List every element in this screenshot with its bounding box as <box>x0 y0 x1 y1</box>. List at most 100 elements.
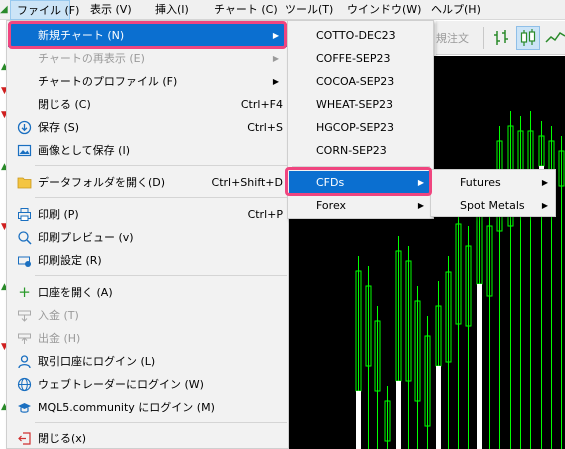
menu-item-label: 新規チャート (N) <box>38 29 125 42</box>
menu-item-close-chart[interactable]: 閉じる (C) Ctrl+F4 <box>8 93 287 116</box>
menu-insert[interactable]: 挿入(I) <box>155 0 189 20</box>
print-icon <box>17 207 32 222</box>
submenu-item-cocoa-sep23[interactable]: COCOA-SEP23 <box>289 70 432 93</box>
menu-item-label: チャートの再表示 (E) <box>38 52 145 65</box>
menu-item-save[interactable]: 保存 (S) Ctrl+S <box>8 116 287 139</box>
menu-item-deposit[interactable]: 入金 (T) <box>8 304 287 327</box>
shortcut-text: Ctrl+S <box>247 121 283 134</box>
menu-separator <box>292 166 430 167</box>
shortcut-text: Ctrl+P <box>247 208 283 221</box>
print-settings-icon <box>17 253 32 268</box>
submenu-arrow-icon: ▶ <box>541 178 548 187</box>
menu-item-open-data-folder[interactable]: データフォルダを開く(D) Ctrl+Shift+D <box>8 171 287 194</box>
menu-item-label: 入金 (T) <box>38 309 79 322</box>
submenu-item-label: HGCOP-SEP23 <box>316 121 395 134</box>
toolbar: 規注文 <box>436 21 565 55</box>
exit-icon <box>17 431 32 446</box>
menu-item-label: データフォルダを開く(D) <box>38 176 166 189</box>
submenu-item-spot-metals[interactable]: Spot Metals ▶ <box>432 194 554 217</box>
submenu-arrow-icon: ▶ <box>272 77 279 86</box>
print-preview-icon <box>17 230 32 245</box>
submenu-arrow-icon: ▶ <box>272 31 279 40</box>
plus-icon: + <box>18 283 31 301</box>
globe-icon <box>17 377 32 392</box>
menu-item-print-preview[interactable]: 印刷プレビュー (v) <box>8 226 287 249</box>
menu-item-exit[interactable]: 閉じる(x) <box>8 427 287 449</box>
submenu-item-label: COTTO-DEC23 <box>316 29 396 42</box>
submenu-item-futures[interactable]: Futures ▶ <box>432 171 554 194</box>
line-chart-icon <box>545 32 565 43</box>
menu-item-label: 閉じる (C) <box>38 98 91 111</box>
menu-separator <box>35 197 287 198</box>
submenu-item-label: Forex <box>316 199 347 212</box>
new-chart-submenu: COTTO-DEC23 COFFE-SEP23 COCOA-SEP23 WHEA… <box>287 20 434 219</box>
menu-separator <box>35 275 287 276</box>
menu-item-label: 画像として保存 (I) <box>38 144 130 157</box>
menu-item-label: 印刷 (P) <box>38 208 79 221</box>
menu-file[interactable]: ファイル (F) <box>10 0 79 20</box>
submenu-item-corn-sep23[interactable]: CORN-SEP23 <box>289 139 432 162</box>
toolbar-separator <box>483 27 484 49</box>
menu-item-refresh-chart[interactable]: チャートの再表示 (E) ▶ <box>8 47 287 70</box>
submenu-item-label: Futures <box>460 176 501 189</box>
menu-item-label: 閉じる(x) <box>38 432 87 445</box>
new-order-button[interactable]: 規注文 <box>436 30 469 46</box>
save-icon <box>17 120 32 135</box>
menu-item-label: 印刷設定 (R) <box>38 254 102 267</box>
submenu-item-label: Spot Metals <box>460 199 525 212</box>
menu-item-chart-profiles[interactable]: チャートのプロファイル (F) ▶ <box>8 70 287 93</box>
file-menu: 新規チャート (N) ▶ チャートの再表示 (E) ▶ チャートのプロファイル … <box>6 20 289 449</box>
submenu-item-forex[interactable]: Forex ▶ <box>289 194 432 217</box>
menu-item-label: 印刷プレビュー (v) <box>38 231 134 244</box>
image-icon <box>17 143 32 158</box>
menu-item-open-account[interactable]: + 口座を開く (A) <box>8 281 287 304</box>
submenu-item-hgcop-sep23[interactable]: HGCOP-SEP23 <box>289 116 432 139</box>
menu-item-label: 出金 (H) <box>38 332 81 345</box>
submenu-arrow-icon: ▶ <box>541 201 548 210</box>
mql5-cap-icon <box>17 400 32 415</box>
deposit-icon <box>17 308 32 323</box>
submenu-item-label: CORN-SEP23 <box>316 144 387 157</box>
menu-item-login-mql5[interactable]: MQL5.community にログイン (M) <box>8 396 287 419</box>
menu-item-label: ウェブトレーダーにログイン (W) <box>38 378 204 391</box>
menu-item-login-trade-account[interactable]: 取引口座にログイン (L) <box>8 350 287 373</box>
menu-item-save-as-picture[interactable]: 画像として保存 (I) <box>8 139 287 162</box>
menu-item-login-web-trader[interactable]: ウェブトレーダーにログイン (W) <box>8 373 287 396</box>
menu-separator <box>35 422 287 423</box>
submenu-item-label: CFDs <box>316 176 345 189</box>
line-chart-button[interactable] <box>544 26 565 50</box>
candlestick-chart-button[interactable] <box>516 26 540 50</box>
menu-item-print[interactable]: 印刷 (P) Ctrl+P <box>8 203 287 226</box>
menu-window[interactable]: ウインドウ(W) <box>347 0 421 20</box>
menu-item-withdrawal[interactable]: 出金 (H) <box>8 327 287 350</box>
menu-tools[interactable]: ツール(T) <box>285 0 333 20</box>
submenu-item-cfds[interactable]: CFDs ▶ <box>289 171 432 194</box>
menu-item-label: MQL5.community にログイン (M) <box>38 401 215 414</box>
bar-chart-button[interactable] <box>489 26 513 50</box>
menu-item-print-setup[interactable]: 印刷設定 (R) <box>8 249 287 272</box>
menu-chart[interactable]: チャート (C) <box>214 0 278 20</box>
menu-item-label: チャートのプロファイル (F) <box>38 75 178 88</box>
cfds-submenu: Futures ▶ Spot Metals ▶ <box>430 169 556 217</box>
menu-help[interactable]: ヘルプ(H) <box>431 0 481 20</box>
menu-item-label: 保存 (S) <box>38 121 80 134</box>
submenu-item-label: COFFE-SEP23 <box>316 52 391 65</box>
submenu-item-cotto-dec23[interactable]: COTTO-DEC23 <box>289 24 432 47</box>
app-icon: ◢ <box>0 4 8 15</box>
menu-separator <box>35 165 287 166</box>
submenu-arrow-icon: ▶ <box>417 178 424 187</box>
shortcut-text: Ctrl+F4 <box>240 98 283 111</box>
menu-item-new-chart[interactable]: 新規チャート (N) ▶ <box>8 24 287 47</box>
bar-chart-icon <box>494 30 508 45</box>
withdraw-icon <box>17 331 32 346</box>
shortcut-text: Ctrl+Shift+D <box>211 176 283 189</box>
submenu-item-label: COCOA-SEP23 <box>316 75 395 88</box>
folder-icon <box>17 175 32 190</box>
submenu-item-coffe-sep23[interactable]: COFFE-SEP23 <box>289 47 432 70</box>
submenu-arrow-icon: ▶ <box>272 54 279 63</box>
menu-view[interactable]: 表示 (V) <box>90 0 132 20</box>
submenu-item-label: WHEAT-SEP23 <box>316 98 394 111</box>
user-icon <box>17 354 32 369</box>
submenu-item-wheat-sep23[interactable]: WHEAT-SEP23 <box>289 93 432 116</box>
submenu-arrow-icon: ▶ <box>417 201 424 210</box>
